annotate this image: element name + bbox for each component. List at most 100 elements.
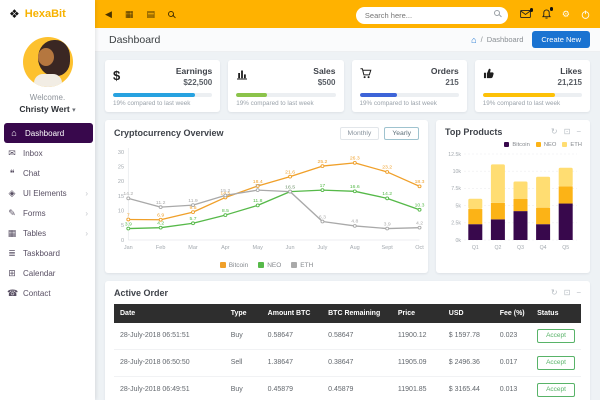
sidebar-item-ui-elements[interactable]: ◈UI Elements› bbox=[0, 183, 95, 203]
sidebar: ❖ HexaBit Welcome. Christy Wert ▾ ⌂Dashb… bbox=[0, 0, 95, 400]
table-cell: Buy bbox=[225, 323, 262, 350]
legend-item-eth[interactable]: ETH bbox=[562, 142, 582, 148]
table-cell: 11900.12 bbox=[392, 323, 443, 350]
svg-text:14.2: 14.2 bbox=[123, 191, 133, 197]
logo-text: HexaBit bbox=[25, 8, 66, 20]
table-cell: 0.58647 bbox=[262, 323, 322, 350]
accept-button[interactable]: Accept bbox=[537, 383, 575, 397]
svg-text:Q4: Q4 bbox=[540, 245, 547, 251]
legend-item-bitcoin[interactable]: Bitcoin bbox=[220, 262, 249, 269]
svg-text:July: July bbox=[318, 245, 328, 251]
sidebar-item-chat[interactable]: ❝Chat bbox=[0, 163, 95, 183]
search-icon[interactable] bbox=[494, 10, 500, 16]
collapse-icon[interactable]: − bbox=[576, 289, 581, 297]
ui-elements-icon: ◈ bbox=[7, 188, 17, 199]
home-icon[interactable]: ⌂ bbox=[471, 35, 476, 45]
svg-text:20: 20 bbox=[118, 179, 124, 185]
avatar-body bbox=[34, 74, 62, 87]
sidebar-item-tables[interactable]: ▦Tables› bbox=[0, 223, 95, 243]
mail-icon[interactable] bbox=[520, 10, 531, 18]
svg-text:Aug: Aug bbox=[350, 245, 360, 251]
crypto-line-chart: 051015202530JanFebMarAprMayJunJulyAugSep… bbox=[105, 142, 428, 264]
layout-icon[interactable]: ▤ bbox=[146, 10, 155, 19]
table-cell: 0.45879 bbox=[322, 376, 392, 400]
stat-title: Sales bbox=[313, 66, 335, 76]
bell-icon[interactable] bbox=[542, 9, 551, 19]
sidebar-item-forms[interactable]: ✎Forms› bbox=[0, 203, 95, 223]
sidebar-item-calendar[interactable]: ⊞Calendar bbox=[0, 263, 95, 283]
table-row: 28-July-2018 06:50:50Sell1.386470.386471… bbox=[114, 349, 581, 376]
table-cell: $ 3165.44 bbox=[443, 376, 494, 400]
stat-card-orders: Orders 215 19% compared to last week bbox=[352, 60, 467, 112]
sidebar-item-inbox[interactable]: ✉Inbox bbox=[0, 143, 95, 163]
table-cell: 0.013 bbox=[494, 376, 531, 400]
legend-item-neo[interactable]: NEO bbox=[258, 262, 281, 269]
legend-item-eth[interactable]: ETH bbox=[291, 262, 313, 269]
svg-text:3.9: 3.9 bbox=[125, 221, 132, 227]
crypto-overview-card: Cryptocurrency Overview Monthly Yearly 0… bbox=[105, 120, 428, 273]
svg-text:7: 7 bbox=[127, 212, 130, 218]
svg-text:Jun: Jun bbox=[286, 245, 295, 251]
svg-text:Mar: Mar bbox=[188, 245, 198, 251]
column-header-type: Type bbox=[225, 304, 262, 323]
expand-icon[interactable]: ⊡ bbox=[564, 128, 571, 136]
create-new-button[interactable]: Create New bbox=[532, 31, 590, 48]
chevron-right-icon: › bbox=[85, 209, 88, 218]
svg-text:8.5: 8.5 bbox=[222, 207, 229, 213]
refresh-icon[interactable]: ↻ bbox=[551, 289, 558, 297]
svg-text:11.8: 11.8 bbox=[253, 198, 263, 204]
legend-item-neo[interactable]: NEO bbox=[536, 142, 557, 148]
sidebar-item-dashboard[interactable]: ⌂Dashboard bbox=[4, 123, 93, 143]
sidebar-item-contact[interactable]: ☎Contact bbox=[0, 283, 95, 303]
user-menu[interactable]: Christy Wert ▾ bbox=[0, 104, 95, 114]
stats-row: $ Earnings $22,500 19% compared to last … bbox=[105, 60, 590, 112]
svg-text:10k: 10k bbox=[453, 169, 462, 175]
mid-row: Cryptocurrency Overview Monthly Yearly 0… bbox=[105, 120, 590, 273]
table-cell: 0.023 bbox=[494, 323, 531, 350]
gear-icon[interactable]: ⚙ bbox=[562, 10, 570, 19]
collapse-icon[interactable]: − bbox=[576, 128, 581, 136]
sidebar-item-taskboard[interactable]: ≣Taskboard bbox=[0, 243, 95, 263]
sidebar-item-label: Calendar bbox=[23, 269, 55, 278]
sidebar-item-label: Contact bbox=[23, 289, 51, 298]
logo[interactable]: ❖ HexaBit bbox=[0, 0, 95, 28]
stat-caption: 19% compared to last week bbox=[113, 100, 212, 107]
monthly-toggle[interactable]: Monthly bbox=[340, 127, 380, 140]
table-cell: 11901.85 bbox=[392, 376, 443, 400]
legend-item-bitcoin[interactable]: Bitcoin bbox=[504, 142, 529, 148]
svg-text:7.5k: 7.5k bbox=[451, 186, 461, 192]
table-cell: 28-July-2018 06:49:51 bbox=[114, 376, 225, 400]
svg-text:10: 10 bbox=[118, 208, 124, 214]
search-input[interactable] bbox=[356, 7, 508, 24]
menu-collapse-icon[interactable]: ◀ bbox=[105, 10, 112, 19]
svg-text:Sept: Sept bbox=[382, 245, 394, 251]
grid-icon[interactable]: ▦ bbox=[125, 10, 134, 19]
svg-text:Q5: Q5 bbox=[562, 245, 569, 251]
stat-card-likes: Likes 21,215 19% compared to last week bbox=[475, 60, 590, 112]
svg-text:14.2: 14.2 bbox=[382, 191, 392, 197]
svg-text:17: 17 bbox=[255, 183, 261, 189]
chevron-right-icon: › bbox=[85, 229, 88, 238]
table-cell: 11905.09 bbox=[392, 349, 443, 376]
progress-bar bbox=[360, 93, 459, 97]
refresh-icon[interactable]: ↻ bbox=[551, 128, 558, 136]
accept-button[interactable]: Accept bbox=[537, 356, 575, 370]
svg-text:17: 17 bbox=[320, 183, 326, 189]
products-card-title: Top Products bbox=[445, 127, 502, 137]
svg-text:2.5k: 2.5k bbox=[451, 220, 461, 226]
svg-text:Q3: Q3 bbox=[517, 245, 524, 251]
yearly-toggle[interactable]: Yearly bbox=[384, 127, 419, 140]
chevron-right-icon: › bbox=[85, 189, 88, 198]
search-icon[interactable] bbox=[168, 11, 174, 17]
top-products-card: Top Products ↻⊡− BitcoinNEOETH 0k2.5k5k7… bbox=[436, 120, 590, 273]
expand-icon[interactable]: ⊡ bbox=[564, 289, 571, 297]
svg-text:Jan: Jan bbox=[124, 245, 133, 251]
user-name: Christy Wert bbox=[19, 104, 69, 114]
table-cell: 0.58647 bbox=[322, 323, 392, 350]
power-icon[interactable] bbox=[581, 10, 590, 19]
svg-text:Oct: Oct bbox=[415, 245, 424, 251]
sidebar-item-label: Dashboard bbox=[25, 129, 64, 138]
table-cell: Accept bbox=[531, 376, 581, 400]
avatar[interactable] bbox=[23, 37, 73, 87]
accept-button[interactable]: Accept bbox=[537, 329, 575, 343]
